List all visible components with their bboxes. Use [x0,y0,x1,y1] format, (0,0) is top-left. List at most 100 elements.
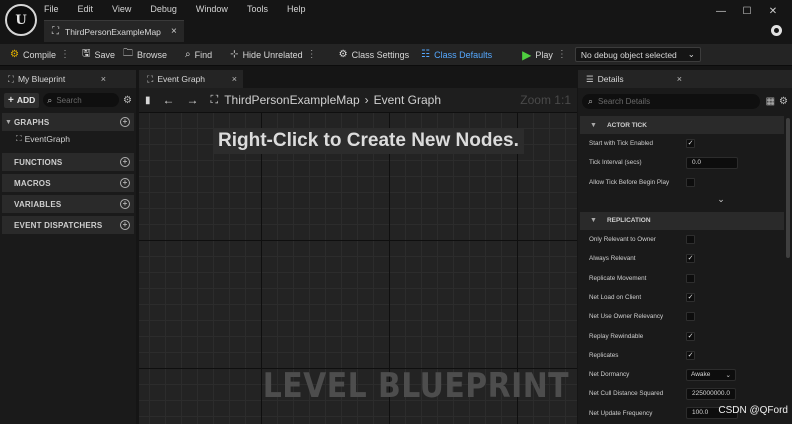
menu-debug[interactable]: Debug [150,4,177,14]
menu-tools[interactable]: Tools [247,4,268,14]
details-search-input[interactable]: ⌕ Search Details [582,93,760,109]
menu-file[interactable]: File [44,4,59,14]
advanced-expand-icon[interactable]: ⌄ [578,192,784,208]
breadcrumb-map[interactable]: ThirdPersonExampleMap [224,93,359,107]
my-blueprint-search-row: + ADD ⌕ Search ⚙ [0,90,136,110]
add-function-icon[interactable]: + [120,157,130,167]
menu-view[interactable]: View [112,4,131,14]
allow-tick-before-begin-play-checkbox[interactable] [686,177,695,187]
save-button[interactable]: 🖫 Save [78,44,119,65]
menu-help[interactable]: Help [287,4,306,14]
add-variable-icon[interactable]: + [120,199,130,209]
debug-object-select[interactable]: No debug object selected ⌄ [574,47,701,62]
category-actor-tick[interactable]: ▼ ACTOR TICK [580,116,784,134]
compile-options-icon[interactable]: ⋮ [60,49,70,60]
details-tab[interactable]: ☰ Details × [578,70,792,88]
event-graph-tab-label: Event Graph [157,74,206,84]
graph-tab-strip: ⛶ Event Graph × [139,70,577,88]
add-button[interactable]: + ADD [4,92,40,108]
prop-label: Replay Rewindable [589,332,644,340]
forward-arrow-icon[interactable]: → [187,93,199,107]
hide-unrelated-icon: ⊹ [230,49,239,60]
replay-rewindable-checkbox[interactable]: ✓ [686,331,695,341]
prop-label: Net Cull Distance Squared [589,390,664,398]
net-dormancy-select[interactable]: Awake ⌄ [686,368,736,381]
my-blueprint-tab[interactable]: ⛶ My Blueprint × [0,70,136,88]
bookmark-icon[interactable]: ▮ [145,95,151,106]
section-variables-label: VARIABLES [14,199,62,209]
section-event-dispatchers[interactable]: EVENT DISPATCHERS + [2,216,134,234]
details-scrollbar[interactable] [786,118,790,258]
grid-view-icon[interactable]: ▦ [766,96,775,107]
replicates-checkbox[interactable]: ✓ [686,350,695,360]
prop-label: Always Relevant [589,255,636,263]
menu-window[interactable]: Window [196,4,228,14]
settings-gear-icon[interactable]: ⚙ [123,95,132,106]
plus-icon: + [8,94,14,106]
category-replication[interactable]: ▼ REPLICATION [580,211,784,230]
section-graphs[interactable]: ▼ GRAPHS + [2,113,134,131]
add-event-dispatcher-icon[interactable]: + [120,220,130,230]
prop-net-dormancy: Net Dormancy Awake ⌄ [578,365,784,384]
play-button[interactable]: ▶ Play ⋮ [518,44,571,65]
section-functions[interactable]: FUNCTIONS + [2,153,134,171]
event-graph-tab-close-icon[interactable]: × [232,74,237,84]
play-options-icon[interactable]: ⋮ [557,49,567,60]
hide-unrelated-options-icon[interactable]: ⋮ [307,49,317,60]
maximize-icon[interactable]: ☐ [734,6,760,17]
details-panel: ☰ Details × ⌕ Search Details ▦ ⚙ ▼ ACTOR… [578,70,792,424]
start-with-tick-enabled-checkbox[interactable]: ✓ [686,139,695,149]
graph-canvas[interactable]: Right-Click to Create New Nodes. LEVEL B… [139,112,577,424]
details-tab-close-icon[interactable]: × [677,74,682,84]
close-window-icon[interactable]: ✕ [760,6,786,17]
class-defaults-label: Class Defaults [434,49,493,60]
section-variables[interactable]: VARIABLES + [2,195,134,213]
document-tab-close-icon[interactable]: × [171,26,177,37]
add-label: ADD [16,95,36,105]
add-graph-icon[interactable]: + [120,117,130,127]
section-macros[interactable]: MACROS + [2,174,134,192]
breadcrumb-event-graph[interactable]: Event Graph [374,93,441,107]
replicate-movement-checkbox[interactable] [686,273,695,283]
details-search-placeholder: Search Details [598,96,651,106]
graph-icon: ⛶ [210,93,219,106]
unreal-logo-icon[interactable]: U [5,4,37,36]
find-button[interactable]: ⌕ Find [181,44,216,65]
browse-button[interactable]: 🗀 Browse [119,44,171,65]
only-relevant-to-owner-checkbox[interactable] [686,235,695,245]
csdn-credit: CSDN @QFord [718,405,788,416]
prop-label: Net Dormancy [589,371,630,379]
gear-icon: ⚙ [338,49,348,60]
prop-replay-rewindable: Replay Rewindable ✓ [578,326,784,345]
hide-unrelated-label: Hide Unrelated [242,49,303,60]
always-relevant-checkbox[interactable]: ✓ [686,254,695,264]
class-settings-button[interactable]: ⚙ Class Settings [335,44,414,65]
find-icon: ⌕ [185,49,191,60]
class-defaults-button[interactable]: ☷ Class Defaults [417,44,496,65]
event-graph-tab[interactable]: ⛶ Event Graph × [139,70,243,88]
minimize-icon[interactable]: — [708,6,734,17]
title-bar: U File Edit View Debug Window Tools Help… [0,0,792,44]
tree-item-eventgraph[interactable]: ⛶ EventGraph [0,131,136,147]
section-graphs-label: GRAPHS [14,117,50,127]
compile-button[interactable]: ⚙ Compile ⋮ [0,44,74,65]
settings-gear-icon[interactable]: ⚙ [779,96,788,107]
prop-label: Tick Interval (secs) [589,159,642,167]
back-arrow-icon[interactable]: ← [163,93,175,107]
net-cull-distance-squared-input[interactable]: 225000000.0 [686,387,736,400]
prop-always-relevant: Always Relevant ✓ [578,249,784,268]
my-blueprint-tab-close-icon[interactable]: × [101,74,106,84]
net-use-owner-relevancy-checkbox[interactable] [686,312,695,322]
my-blueprint-search-input[interactable]: ⌕ Search [43,93,120,107]
hide-unrelated-button[interactable]: ⊹ Hide Unrelated ⋮ [226,44,320,65]
prop-label: Only Relevant to Owner [589,236,656,244]
search-icon: ⌕ [588,95,594,106]
menu-edit[interactable]: Edit [78,4,94,14]
tick-interval-input[interactable]: 0.0 [686,156,738,169]
add-macro-icon[interactable]: + [120,178,130,188]
source-control-icon[interactable] [771,25,782,36]
net-load-on-client-checkbox[interactable]: ✓ [686,292,695,302]
document-tab[interactable]: ⛶ ThirdPersonExampleMap × [44,20,184,42]
prop-label: Allow Tick Before Begin Play [589,178,670,186]
compile-label: Compile [22,49,56,60]
